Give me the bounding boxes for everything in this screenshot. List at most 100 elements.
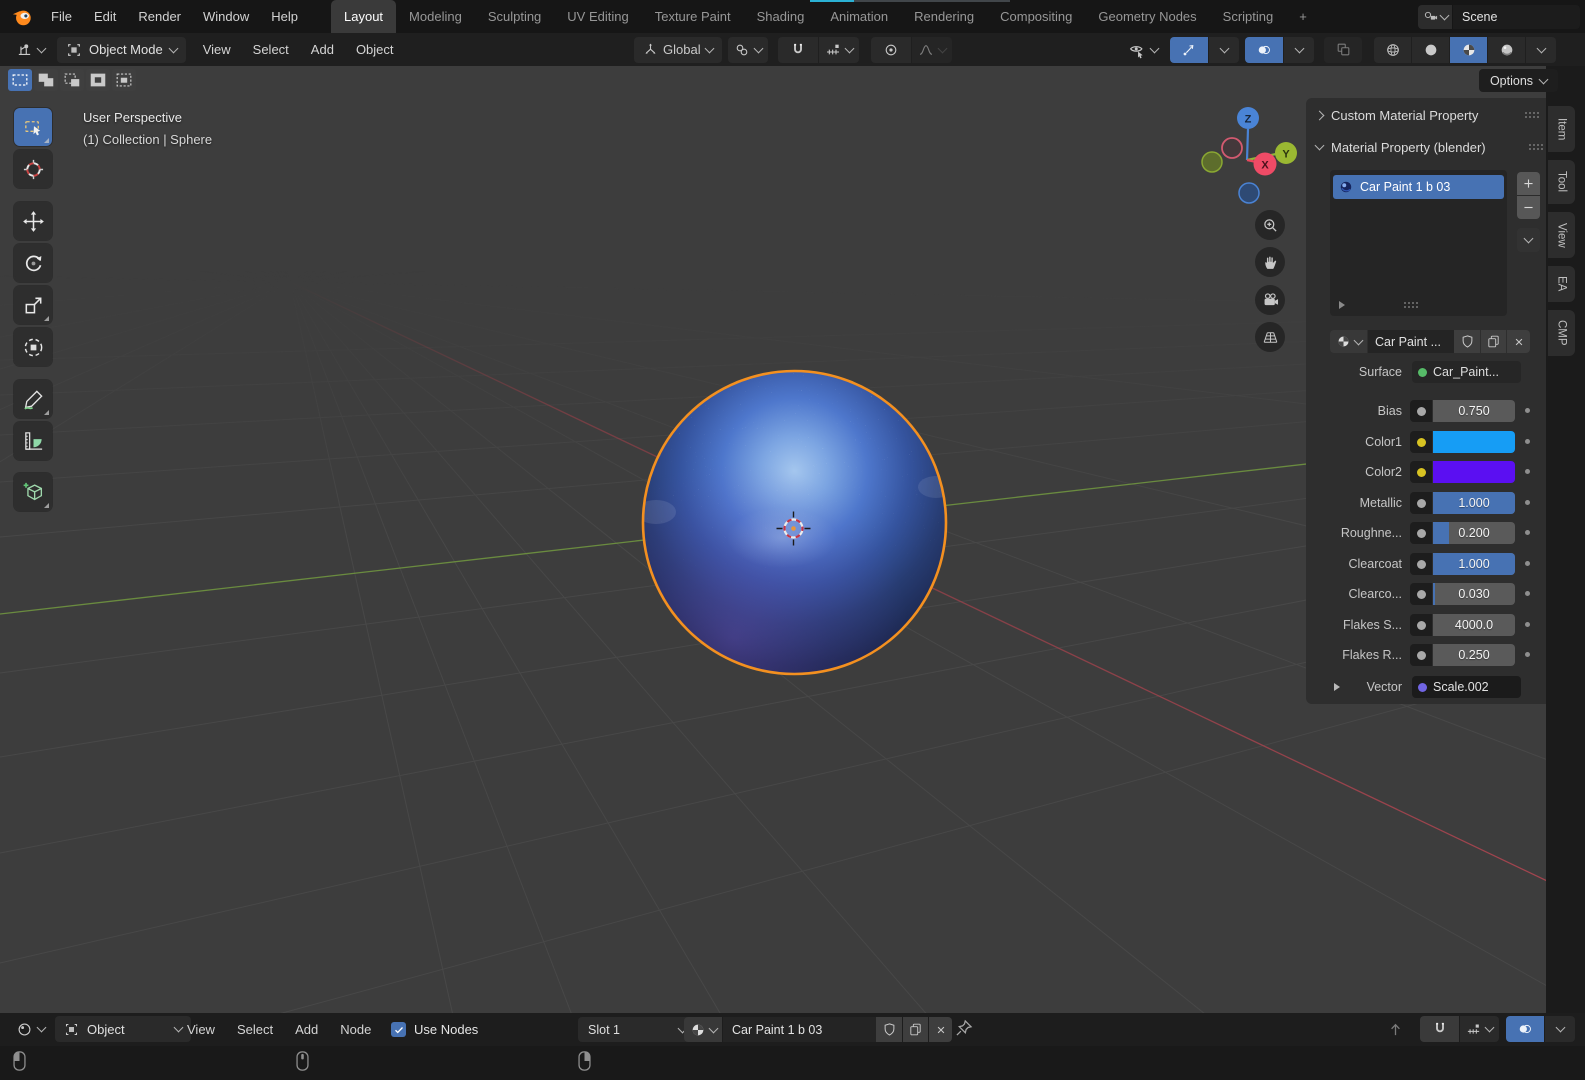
vector-input-button[interactable]: Scale.002 bbox=[1412, 676, 1521, 698]
decorator-dot[interactable] bbox=[1525, 591, 1530, 596]
value-slider[interactable]: 0.030 bbox=[1433, 583, 1515, 605]
select-mode-intersect-button[interactable] bbox=[112, 69, 136, 91]
decorator-dot[interactable] bbox=[1525, 469, 1530, 474]
overlays-settings-button[interactable] bbox=[1284, 37, 1314, 63]
menu-object[interactable]: Object bbox=[345, 42, 405, 57]
menu-file[interactable]: File bbox=[40, 0, 83, 33]
workspace-tab-layout[interactable]: Layout bbox=[331, 0, 396, 33]
material-name-field[interactable]: Car Paint 1 b 03 bbox=[723, 1017, 884, 1042]
socket-button[interactable] bbox=[1410, 583, 1432, 605]
show-overlays-button[interactable] bbox=[1506, 1016, 1544, 1042]
add-workspace-button[interactable]: + bbox=[1286, 0, 1320, 33]
shading-solid-button[interactable] bbox=[1412, 37, 1449, 63]
sidebar-tab-item[interactable]: Item bbox=[1548, 106, 1575, 152]
axis-negy-handle[interactable] bbox=[1202, 152, 1222, 172]
select-mode-set-button[interactable] bbox=[8, 69, 32, 91]
socket-button[interactable] bbox=[1410, 644, 1432, 666]
fake-user-button[interactable] bbox=[876, 1017, 902, 1042]
menu-view[interactable]: View bbox=[176, 1022, 226, 1037]
perspective-toggle-button[interactable] bbox=[1255, 322, 1285, 352]
socket-button[interactable] bbox=[1410, 614, 1432, 636]
menu-view[interactable]: View bbox=[192, 42, 242, 57]
menu-window[interactable]: Window bbox=[192, 0, 260, 33]
overlays-settings-button[interactable] bbox=[1545, 1016, 1575, 1042]
workspace-tab-uv-editing[interactable]: UV Editing bbox=[554, 0, 641, 33]
transform-orientation-button[interactable]: Global bbox=[634, 37, 722, 63]
snap-settings-button[interactable] bbox=[1460, 1016, 1499, 1042]
menu-node[interactable]: Node bbox=[329, 1022, 382, 1037]
workspace-tab-geometry-nodes[interactable]: Geometry Nodes bbox=[1085, 0, 1209, 33]
menu-select[interactable]: Select bbox=[242, 42, 300, 57]
unlink-material-button[interactable] bbox=[929, 1017, 952, 1042]
decorator-dot[interactable] bbox=[1525, 652, 1530, 657]
show-overlays-button[interactable] bbox=[1245, 37, 1283, 63]
panel-drag-grip-icon[interactable] bbox=[1525, 112, 1540, 118]
socket-button[interactable] bbox=[1410, 522, 1432, 544]
pivot-point-button[interactable] bbox=[728, 37, 768, 63]
object-visibility-button[interactable] bbox=[1122, 37, 1164, 63]
show-gizmo-button[interactable] bbox=[1170, 37, 1208, 63]
snap-toggle-button[interactable] bbox=[1420, 1016, 1459, 1042]
decorator-dot[interactable] bbox=[1525, 439, 1530, 444]
socket-button[interactable] bbox=[1410, 431, 1432, 453]
proportional-editing-button[interactable] bbox=[871, 37, 911, 63]
remove-material-slot-button[interactable] bbox=[1517, 196, 1540, 219]
value-slider[interactable]: 0.250 bbox=[1433, 644, 1515, 666]
shading-settings-button[interactable] bbox=[1526, 37, 1556, 63]
decorator-dot[interactable] bbox=[1525, 622, 1530, 627]
tool-annotate-button[interactable] bbox=[14, 380, 52, 418]
workspace-tab-modeling[interactable]: Modeling bbox=[396, 0, 475, 33]
material-browse-button[interactable] bbox=[684, 1017, 722, 1042]
parent-node-tree-button[interactable] bbox=[1377, 1016, 1413, 1042]
tool-measure-button[interactable] bbox=[14, 422, 52, 460]
mode-selector[interactable]: Object Mode bbox=[57, 37, 186, 63]
toggle-xray-button[interactable] bbox=[1324, 37, 1362, 63]
socket-button[interactable] bbox=[1410, 553, 1432, 575]
snap-toggle-button[interactable] bbox=[778, 37, 818, 63]
editor-type-button[interactable] bbox=[10, 1016, 51, 1042]
add-material-slot-button[interactable] bbox=[1517, 172, 1540, 196]
sidebar-tab-tool[interactable]: Tool bbox=[1548, 160, 1575, 204]
sidebar-tab-ea[interactable]: EA bbox=[1548, 266, 1575, 302]
workspace-tab-shading[interactable]: Shading bbox=[744, 0, 818, 33]
snap-settings-button[interactable] bbox=[819, 37, 859, 63]
socket-button[interactable] bbox=[1410, 400, 1432, 422]
decorator-dot[interactable] bbox=[1525, 500, 1530, 505]
axis-negx-handle[interactable] bbox=[1222, 138, 1242, 158]
decorator-dot[interactable] bbox=[1525, 530, 1530, 535]
color-field[interactable] bbox=[1433, 461, 1515, 483]
list-resize-grip-icon[interactable] bbox=[1404, 302, 1419, 308]
select-mode-invert-button[interactable] bbox=[86, 69, 110, 91]
list-expand-icon[interactable] bbox=[1339, 301, 1345, 309]
workspace-tab-sculpting[interactable]: Sculpting bbox=[475, 0, 554, 33]
tool-cursor-button[interactable] bbox=[14, 150, 52, 188]
menu-select[interactable]: Select bbox=[226, 1022, 284, 1037]
fake-user-button[interactable] bbox=[1454, 330, 1480, 353]
zoom-view-button[interactable] bbox=[1255, 210, 1285, 240]
value-slider[interactable]: 4000.0 bbox=[1433, 614, 1515, 636]
menu-render[interactable]: Render bbox=[127, 0, 192, 33]
unlink-material-button[interactable] bbox=[1507, 330, 1530, 353]
tool-scale-button[interactable] bbox=[14, 286, 52, 324]
material-name-field[interactable]: Car Paint ... bbox=[1368, 330, 1460, 353]
value-slider[interactable]: 0.200 bbox=[1433, 522, 1515, 544]
material-specials-button[interactable] bbox=[1517, 228, 1540, 252]
socket-button[interactable] bbox=[1410, 461, 1432, 483]
menu-edit[interactable]: Edit bbox=[83, 0, 127, 33]
tool-select-box-button[interactable] bbox=[14, 108, 52, 146]
menu-add[interactable]: Add bbox=[300, 42, 345, 57]
value-slider[interactable]: 1.000 bbox=[1433, 492, 1515, 514]
shading-wireframe-button[interactable] bbox=[1374, 37, 1411, 63]
panel-drag-grip-icon[interactable] bbox=[1529, 144, 1544, 150]
workspace-tab-texture-paint[interactable]: Texture Paint bbox=[642, 0, 744, 33]
sidebar-tab-cmp[interactable]: CMP bbox=[1548, 310, 1575, 356]
camera-view-button[interactable] bbox=[1255, 285, 1285, 315]
material-slot-item[interactable]: Car Paint 1 b 03 bbox=[1333, 175, 1504, 199]
shading-rendered-button[interactable] bbox=[1488, 37, 1525, 63]
gizmo-settings-button[interactable] bbox=[1209, 37, 1239, 63]
workspace-tab-compositing[interactable]: Compositing bbox=[987, 0, 1085, 33]
decorator-dot[interactable] bbox=[1525, 408, 1530, 413]
menu-help[interactable]: Help bbox=[260, 0, 309, 33]
workspace-tab-animation[interactable]: Animation bbox=[817, 0, 901, 33]
socket-button[interactable] bbox=[1410, 492, 1432, 514]
